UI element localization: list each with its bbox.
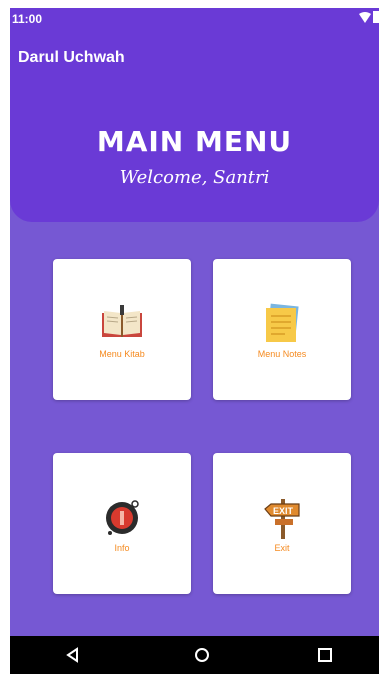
svg-text:EXIT: EXIT (273, 506, 294, 516)
recents-icon[interactable] (316, 646, 334, 664)
back-icon[interactable] (64, 646, 82, 664)
status-bar: 11:00 (10, 8, 379, 35)
header-panel: MAIN MENU Welcome, Santri (10, 85, 379, 222)
wifi-icon (359, 11, 371, 23)
exit-label: Exit (274, 543, 290, 553)
info-icon (106, 500, 139, 535)
exit-card[interactable]: EXIT Exit (213, 453, 351, 594)
home-icon[interactable] (193, 646, 211, 664)
menu-notes-label: Menu Notes (257, 349, 307, 359)
info-card[interactable]: Info (53, 453, 191, 594)
welcome-text: Welcome, Santri (119, 167, 270, 188)
menu-kitab-card[interactable]: Menu Kitab (53, 259, 191, 400)
book-icon (102, 305, 142, 337)
menu-kitab-label: Menu Kitab (99, 349, 145, 359)
notes-icon (266, 303, 299, 342)
battery-icon (373, 11, 379, 23)
exit-sign-icon: EXIT (264, 499, 300, 539)
app-title: Darul Uchwah (18, 49, 125, 66)
menu-notes-card[interactable]: Menu Notes (213, 259, 351, 400)
app-bar: Darul Uchwah (10, 35, 379, 85)
navigation-bar (10, 636, 379, 674)
status-time: 11:00 (12, 12, 43, 26)
info-label: Info (114, 543, 130, 553)
phone-screen: 11:00 Darul Uchwah MAIN MENU Welcome, Sa… (10, 8, 379, 674)
status-icons (359, 11, 379, 23)
main-menu-title: MAIN MENU (96, 125, 293, 158)
